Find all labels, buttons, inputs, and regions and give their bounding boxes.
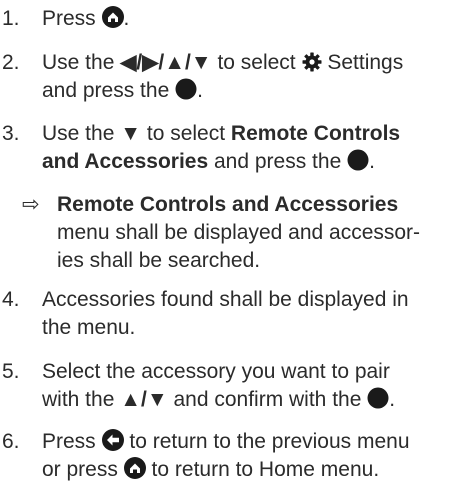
step-number: 1.	[2, 7, 20, 30]
step-number: 6.	[2, 430, 20, 453]
step-text: Use the	[42, 51, 115, 74]
home-icon	[123, 457, 146, 479]
step-text: the menu.	[42, 316, 136, 339]
step-text: to select	[217, 51, 296, 74]
step-text: or press	[42, 458, 118, 481]
step-text: Use the	[42, 122, 115, 145]
instruction-list: 1. Press . 2. Use the ◀/▶/▲/▼ to select …	[0, 0, 469, 490]
step-text: to return to the previous menu	[129, 430, 410, 453]
menu-name: Remote Controls and Accessories	[57, 193, 399, 216]
step-text: ies shall be searched.	[57, 249, 261, 272]
step-text: .	[197, 79, 203, 102]
step-text: Press	[42, 7, 96, 30]
step-text: Select the accessory you want to pair	[42, 360, 390, 383]
step-text: and press the	[42, 79, 170, 102]
arrow-keys-icon: ◀/▶/▲/▼	[120, 51, 212, 74]
step-number: 2.	[2, 51, 20, 74]
menu-name: and Accessories	[42, 150, 209, 173]
home-icon	[101, 6, 124, 28]
menu-name: Remote Controls	[230, 122, 401, 145]
ok-button-icon	[367, 387, 389, 409]
step-text: Accessories found shall be displayed in	[42, 288, 409, 311]
back-icon	[101, 429, 124, 451]
step-text: and confirm with the	[173, 388, 362, 411]
step-text: Settings	[327, 51, 404, 74]
ok-button-icon	[175, 78, 197, 100]
step-text: to return to Home menu.	[151, 458, 380, 481]
ok-button-icon	[347, 149, 369, 171]
step-text: .	[389, 388, 396, 411]
step-text: .	[369, 150, 375, 173]
step-text: Press	[42, 430, 96, 453]
down-arrow-icon: ▼	[120, 122, 142, 145]
step-number: 5.	[2, 360, 20, 383]
step-text: to select	[146, 122, 226, 145]
step-number: 3.	[2, 122, 20, 145]
step-text: and press the	[214, 150, 342, 173]
step-text: .	[123, 7, 130, 30]
up-down-arrows-icon: ▲/▼	[120, 388, 168, 411]
step-number: 4.	[2, 288, 20, 311]
step-text: with the	[42, 388, 115, 411]
gear-icon	[302, 52, 322, 72]
result-arrow-icon: ⇨	[22, 193, 40, 216]
step-text: menu shall be displayed and accessor-	[57, 221, 421, 244]
